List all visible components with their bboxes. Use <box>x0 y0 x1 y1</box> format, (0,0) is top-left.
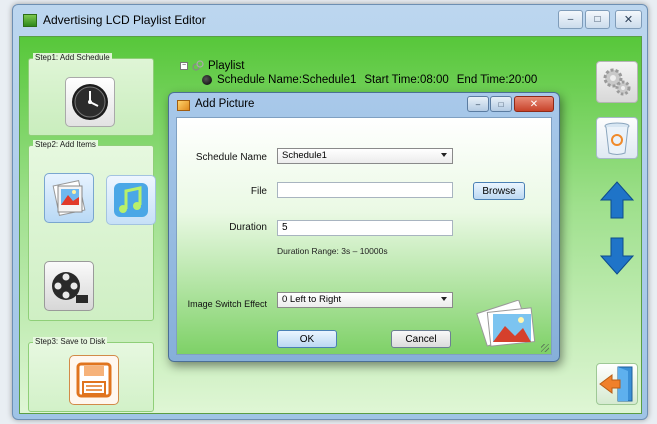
title-bar[interactable]: Advertising LCD Playlist Editor – □ ✕ <box>13 5 647 35</box>
duration-range-hint: Duration Range: 3s – 10000s <box>277 246 388 256</box>
close-button[interactable]: ✕ <box>615 10 642 29</box>
resize-grip-icon[interactable] <box>541 344 549 352</box>
browse-button[interactable]: Browse <box>473 182 525 200</box>
image-switch-effect-value: 0 Left to Right <box>282 294 342 305</box>
cancel-button[interactable]: Cancel <box>391 330 451 348</box>
clock-icon <box>72 84 108 120</box>
add-picture-dialog: Add Picture – □ ✕ Schedule Name Schedule… <box>168 92 560 362</box>
save-to-disk-button[interactable] <box>69 355 119 405</box>
tree-root-label: Playlist <box>208 60 245 72</box>
move-down-icon <box>599 237 635 275</box>
add-video-button[interactable] <box>44 261 94 311</box>
step2-label: Step2: Add Items <box>33 140 98 149</box>
tree-collapse-icon[interactable]: − <box>180 62 188 70</box>
duration-label: Duration <box>229 222 267 233</box>
exit-button[interactable] <box>596 363 638 405</box>
add-music-button[interactable] <box>106 175 156 225</box>
playlist-tree[interactable]: − Playlist Schedule Name:Schedule1 Start… <box>180 59 537 87</box>
dialog-maximize-button[interactable]: □ <box>490 96 512 112</box>
tree-root-row[interactable]: − Playlist <box>180 59 537 73</box>
settings-button[interactable] <box>596 61 638 103</box>
add-schedule-button[interactable] <box>65 77 115 127</box>
move-up-button[interactable] <box>596 179 638 221</box>
dialog-title: Add Picture <box>195 98 255 110</box>
dialog-minimize-button[interactable]: – <box>467 96 489 112</box>
step3-label: Step3: Save to Disk <box>33 337 108 346</box>
recycle-bin-icon <box>604 122 630 155</box>
tree-schedule-row[interactable]: Schedule Name:Schedule1 Start Time:08:00… <box>180 73 537 87</box>
schedule-start-time: Start Time:08:00 <box>364 74 449 86</box>
exit-icon <box>599 366 633 402</box>
picture-icon <box>52 180 86 216</box>
schedule-name-text: Schedule Name:Schedule1 <box>217 74 357 86</box>
floppy-disk-icon <box>76 362 112 398</box>
window-title: Advertising LCD Playlist Editor <box>43 13 206 27</box>
maximize-button[interactable]: □ <box>585 10 610 29</box>
minimize-button[interactable]: – <box>558 10 583 29</box>
schedule-end-time: End Time:20:00 <box>456 74 538 86</box>
image-switch-effect-label: Image Switch Effect <box>187 299 267 309</box>
schedule-name-label: Schedule Name <box>195 152 267 163</box>
add-picture-button[interactable] <box>44 173 94 223</box>
dialog-close-button[interactable]: ✕ <box>514 96 554 112</box>
schedule-node-icon <box>202 75 212 85</box>
playlist-icon <box>192 60 204 71</box>
schedule-name-value: Schedule1 <box>282 150 327 161</box>
app-icon <box>23 14 37 27</box>
image-switch-effect-select[interactable]: 0 Left to Right <box>277 292 453 308</box>
move-down-button[interactable] <box>596 235 638 277</box>
delete-button[interactable] <box>596 117 638 159</box>
step1-label: Step1: Add Schedule <box>33 53 112 62</box>
dialog-picture-icon <box>177 100 190 111</box>
right-toolbar <box>593 61 641 413</box>
duration-input[interactable]: 5 <box>277 220 453 236</box>
schedule-name-select[interactable]: Schedule1 <box>277 148 453 164</box>
photo-stack-icon <box>476 300 536 347</box>
dialog-body: Schedule Name Schedule1 File Browse Dura… <box>176 117 552 355</box>
chevron-down-icon <box>441 297 447 301</box>
move-up-icon <box>599 181 635 219</box>
ok-button[interactable]: OK <box>277 330 337 348</box>
chevron-down-icon <box>441 153 447 157</box>
file-label: File <box>250 186 267 197</box>
file-input[interactable] <box>277 182 453 198</box>
video-icon <box>52 272 88 303</box>
settings-icon <box>603 68 631 96</box>
music-icon <box>114 183 148 217</box>
